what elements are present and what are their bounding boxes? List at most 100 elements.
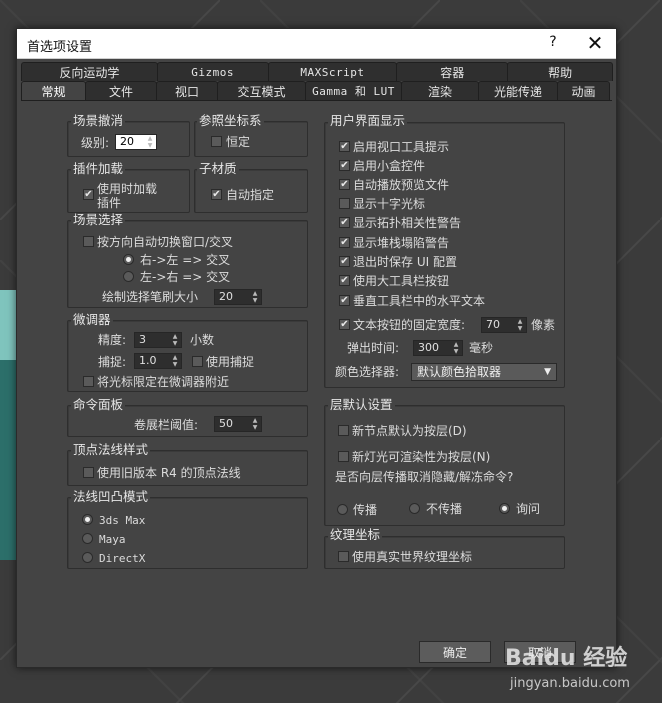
tab-radiosity[interactable]: 光能传递 (478, 81, 558, 100)
ui-display-checkbox[interactable]: ✔ (339, 256, 350, 267)
new-lights-label: 新灯光可渲染性为按层(N) (352, 450, 491, 464)
ui-display-checkbox[interactable]: ✔ (339, 217, 350, 228)
tab-row-1: 反向运动学 Gizmos MAXScript 容器 帮助 (21, 62, 613, 81)
snap-spinner[interactable]: 1.0 ▲ ▼ (134, 353, 182, 369)
tab-rendering[interactable]: 渲染 (401, 81, 479, 100)
wrap-cursor-label: 将光标限定在微调器附近 (97, 375, 230, 389)
tab-containers[interactable]: 容器 (396, 62, 509, 81)
help-button[interactable]: ? (543, 34, 563, 50)
ask-radio[interactable] (499, 503, 510, 514)
group-title: 用户界面显示 (328, 113, 408, 128)
ui-display-checkbox[interactable]: ✔ (339, 275, 350, 286)
tab-help[interactable]: 帮助 (507, 62, 613, 81)
spinner-arrows-icon[interactable]: ▲ ▼ (146, 135, 154, 149)
ui-display-checkbox-label: 自动播放预览文件 (353, 178, 450, 192)
ok-button[interactable]: 确定 (419, 641, 491, 663)
tab-interaction-mode[interactable]: 交互模式 (217, 81, 306, 100)
rollout-threshold-spinner[interactable]: 50 ▲ ▼ (214, 416, 262, 432)
precision-label: 精度: (98, 333, 127, 347)
tab-base-line (21, 100, 612, 101)
precision-value: 3 (139, 333, 146, 346)
group-title: 命令面板 (71, 397, 126, 412)
auto-assign-checkbox[interactable]: ✔ (211, 189, 222, 200)
group-title: 参照坐标系 (197, 113, 264, 128)
tab-general[interactable]: 常规 (21, 81, 86, 100)
fixed-width-checkbox[interactable]: ✔ (339, 319, 350, 330)
tab-animation[interactable]: 动画 (557, 81, 610, 100)
ui-display-checkbox[interactable]: ✔ (339, 295, 350, 306)
use-snap-checkbox[interactable] (192, 356, 203, 367)
decimals-label: 小数 (190, 333, 215, 347)
tab-viewports[interactable]: 视口 (156, 81, 218, 100)
flyout-time-label: 弹出时间: (347, 341, 400, 355)
bump-maya-radio[interactable] (82, 533, 93, 544)
auto-window-checkbox[interactable] (83, 236, 94, 247)
ui-display-checkbox[interactable]: ✔ (339, 141, 350, 152)
spinner-arrows-icon[interactable]: ▲ ▼ (171, 333, 179, 347)
spinner-arrows-icon[interactable]: ▲ ▼ (251, 290, 259, 304)
group-title: 纹理坐标 (328, 527, 383, 542)
fixed-width-unit: 像素 (531, 318, 556, 332)
spinner-arrows-icon[interactable]: ▲ ▼ (251, 417, 259, 431)
levels-spinner[interactable]: 20 ▲ ▼ (115, 134, 157, 150)
bump-maya-label: Maya (99, 533, 126, 546)
spinner-arrows-icon[interactable]: ▲ ▼ (452, 341, 460, 355)
legacy-normals-checkbox[interactable] (83, 467, 94, 478)
title-bar: 首选项设置 ? ✕ (17, 29, 616, 59)
spinner-arrows-icon[interactable]: ▲ ▼ (516, 318, 524, 332)
brush-size-label: 绘制选择笔刷大小 (102, 290, 199, 304)
precision-spinner[interactable]: 3 ▲ ▼ (134, 332, 182, 348)
tab-gamma-lut[interactable]: Gamma 和 LUT (305, 81, 402, 100)
constant-checkbox[interactable] (211, 136, 222, 147)
tab-maxscript[interactable]: MAXScript (267, 62, 398, 81)
ui-display-checkbox[interactable]: ✔ (339, 160, 350, 171)
group-bump-mode: 法线凹凸模式 3ds Max Maya DirectX (67, 490, 308, 569)
group-title: 子材质 (197, 161, 239, 176)
load-on-use-checkbox[interactable]: ✔ (83, 189, 94, 200)
close-icon[interactable]: ✕ (583, 31, 607, 55)
ui-display-checkbox-label: 使用大工具栏按钮 (353, 274, 450, 288)
r2l-radio[interactable] (123, 254, 134, 265)
snap-label: 捕捉: (98, 355, 127, 369)
propagate-radio[interactable] (337, 504, 348, 515)
group-ref-coord: 参照坐标系 恒定 (194, 114, 308, 157)
tab-gizmos[interactable]: Gizmos (156, 62, 269, 81)
group-title: 场景选择 (71, 212, 126, 227)
r2l-label: 右->左 => 交叉 (140, 253, 231, 267)
wrap-cursor-checkbox[interactable] (83, 376, 94, 387)
group-scene-undo: 场景撤消 级别: 20 ▲ ▼ (67, 114, 190, 157)
use-snap-label: 使用捕捉 (206, 355, 255, 369)
group-vertex-normal: 顶点法线样式 使用旧版本 R4 的顶点法线 (67, 443, 308, 486)
group-sub-material: 子材质 ✔ 自动指定 (194, 162, 308, 213)
tab-ik[interactable]: 反向运动学 (21, 62, 158, 81)
no-propagate-radio[interactable] (409, 503, 420, 514)
ui-display-checkbox-label: 启用视口工具提示 (353, 140, 450, 154)
flyout-time-spinner[interactable]: 300 ▲ ▼ (413, 340, 463, 356)
legacy-normals-label: 使用旧版本 R4 的顶点法线 (97, 466, 241, 480)
ui-display-checkbox-label: 退出时保存 UI 配置 (353, 255, 457, 269)
ui-display-checkbox[interactable]: ✔ (339, 237, 350, 248)
ui-display-checkbox[interactable] (339, 198, 350, 209)
color-picker-dropdown[interactable]: 默认颜色拾取器 ▼ (411, 363, 557, 381)
new-lights-checkbox[interactable] (338, 451, 349, 462)
group-title: 法线凹凸模式 (71, 489, 151, 504)
group-title: 微调器 (71, 312, 113, 327)
group-spinners: 微调器 精度: 3 ▲ ▼ 小数 捕捉: 1.0 ▲ ▼ 使用捕捉 将光标限定在微调… (67, 313, 308, 392)
dialog-title: 首选项设置 (27, 40, 93, 55)
fixed-width-spinner[interactable]: 70 ▲ ▼ (481, 317, 527, 333)
bump-directx-label: DirectX (99, 552, 146, 565)
bump-directx-radio[interactable] (82, 552, 93, 563)
no-propagate-label: 不传播 (426, 502, 463, 516)
tab-files[interactable]: 文件 (85, 81, 157, 100)
ui-display-checkbox-label: 显示十字光标 (353, 197, 426, 211)
real-world-checkbox[interactable] (338, 551, 349, 562)
new-nodes-checkbox[interactable] (338, 425, 349, 436)
l2r-label: 左->右 => 交叉 (140, 270, 231, 284)
brush-size-spinner[interactable]: 20 ▲ ▼ (214, 289, 262, 305)
spinner-arrows-icon[interactable]: ▲ ▼ (171, 354, 179, 368)
ui-display-checkbox[interactable]: ✔ (339, 179, 350, 190)
ask-label: 询问 (516, 502, 541, 516)
ui-display-checkbox-label: 显示堆栈塌陷警告 (353, 236, 450, 250)
bump-3dsmax-radio[interactable] (82, 514, 93, 525)
l2r-radio[interactable] (123, 271, 134, 282)
